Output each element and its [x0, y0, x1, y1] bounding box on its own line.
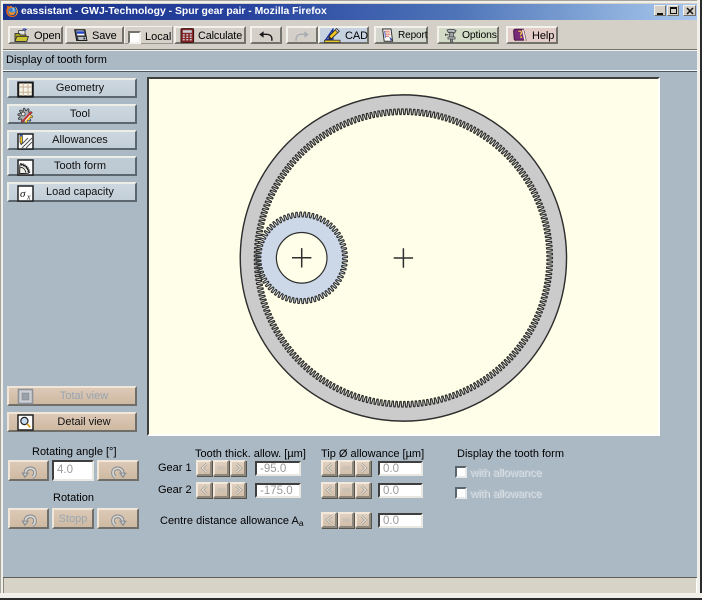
svg-text:σ: σ: [20, 188, 26, 200]
